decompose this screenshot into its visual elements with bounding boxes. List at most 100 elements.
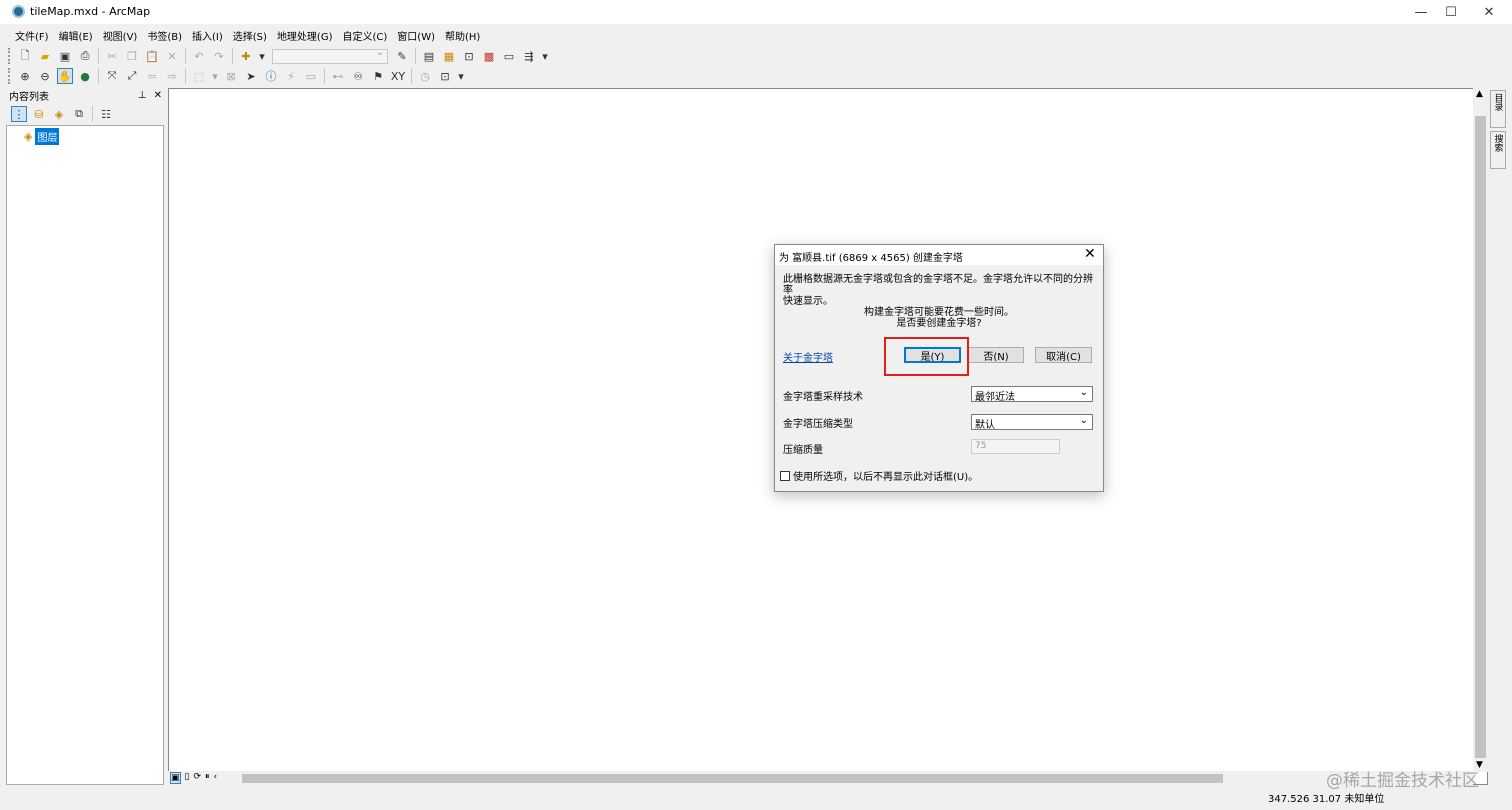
go-to-xy-icon[interactable]: XY <box>390 68 406 84</box>
search-window-icon[interactable]: ⊡ <box>461 48 477 64</box>
compression-quality-input[interactable]: 75 <box>971 439 1060 454</box>
toolbar-options-icon[interactable]: ▾ <box>457 68 465 84</box>
open-folder-icon[interactable]: ▰ <box>37 48 53 64</box>
catalog-window-icon[interactable]: ▦ <box>441 48 457 64</box>
menu-view[interactable]: 视图(V) <box>98 26 143 44</box>
cut-icon[interactable]: ✂ <box>104 48 120 64</box>
menu-bookmarks[interactable]: 书签(B) <box>142 26 187 44</box>
close-window-button[interactable]: ✕ <box>1466 0 1512 24</box>
select-dropdown-icon[interactable]: ▾ <box>211 68 219 84</box>
toolbar-separator <box>232 48 233 64</box>
pan-hand-icon[interactable]: ✋ <box>57 68 73 84</box>
find-binoculars-icon[interactable]: ♾ <box>350 68 366 84</box>
create-viewer-window-icon[interactable]: ⊡ <box>437 68 453 84</box>
view-switch-buttons: ▣ ▯ ⟳ ⏸ ‹ <box>170 772 217 784</box>
menu-windows[interactable]: 窗口(W) <box>392 26 440 44</box>
new-document-icon[interactable]: 🗋 <box>17 48 33 64</box>
hyperlink-icon[interactable]: ⚡ <box>283 68 299 84</box>
modelbuilder-icon[interactable]: ⇶ <box>521 48 537 64</box>
menu-help[interactable]: 帮助(H) <box>440 26 485 44</box>
list-by-source-icon[interactable]: ⛁ <box>31 106 47 122</box>
full-extent-globe-icon[interactable]: ● <box>77 68 93 84</box>
list-by-drawing-order-icon[interactable]: ⋮ <box>11 106 27 122</box>
arcmap-app-icon <box>12 5 25 18</box>
add-data-icon[interactable]: ✚ <box>238 48 254 64</box>
zoom-out-icon[interactable]: ⊖ <box>37 68 53 84</box>
refresh-icon[interactable]: ⟳ <box>193 772 201 784</box>
layers-data-frame-node[interactable]: ◈ 图层 <box>24 128 60 145</box>
question-line: 构建金字塔可能要花费一些时间。 <box>864 307 1014 318</box>
menu-file[interactable]: 文件(F) <box>10 26 54 44</box>
toc-close-icon[interactable]: ✕ <box>154 90 162 101</box>
search-dock-tab[interactable]: 搜索 <box>1490 131 1506 169</box>
table-of-contents-window-icon[interactable]: ▤ <box>421 48 437 64</box>
data-view-icon[interactable]: ▣ <box>170 772 181 784</box>
clear-selection-icon[interactable]: ⊠ <box>223 68 239 84</box>
html-popup-icon[interactable]: ▭ <box>303 68 319 84</box>
resample-technique-select[interactable]: 最邻近法 ⌄ <box>971 386 1093 403</box>
remember-options-label[interactable]: 使用所选项，以后不再显示此对话框(U)。 <box>793 468 978 483</box>
cancel-button[interactable]: 取消(C) <box>1035 347 1092 363</box>
undo-icon[interactable]: ↶ <box>191 48 207 64</box>
dialog-titlebar: 为 富顺县.tif (6869 x 4565) 创建金字塔 ✕ <box>775 245 1103 265</box>
status-coordinates: 347.526 31.07 未知单位 <box>1268 794 1385 805</box>
scroll-up-arrow-icon[interactable]: ▲ <box>1476 89 1483 99</box>
horizontal-scroll-thumb[interactable] <box>242 774 1223 783</box>
delete-icon[interactable]: ✕ <box>164 48 180 64</box>
menu-customize[interactable]: 自定义(C) <box>338 26 393 44</box>
save-icon[interactable]: ▣ <box>57 48 73 64</box>
go-forward-extent-icon[interactable]: ⇨ <box>164 68 180 84</box>
dialog-title: 为 富顺县.tif (6869 x 4565) 创建金字塔 <box>779 253 963 264</box>
toolbar-grip[interactable] <box>8 48 11 64</box>
toolbar-separator <box>98 68 99 84</box>
menu-insert[interactable]: 插入(I) <box>187 26 228 44</box>
layout-view-icon[interactable]: ▯ <box>185 772 190 784</box>
zoom-in-icon[interactable]: ⊕ <box>17 68 33 84</box>
compression-label: 金字塔压缩类型 <box>783 419 853 430</box>
list-by-selection-icon[interactable]: ⧉ <box>71 106 87 122</box>
toc-title: 内容列表 <box>9 91 49 103</box>
window-title: tileMap.mxd - ArcMap <box>30 5 151 18</box>
copy-icon[interactable]: ❐ <box>124 48 140 64</box>
toolbar-separator <box>185 48 186 64</box>
vertical-scroll-thumb[interactable] <box>1475 116 1486 758</box>
go-back-extent-icon[interactable]: ⇦ <box>144 68 160 84</box>
fixed-zoom-in-icon[interactable]: ⤧ <box>104 68 120 84</box>
find-route-icon[interactable]: ⚑ <box>370 68 386 84</box>
toc-header: 内容列表 ⊥ ✕ <box>6 88 165 103</box>
select-features-icon[interactable]: ⬚ <box>191 68 207 84</box>
menu-selection[interactable]: 选择(S) <box>228 26 272 44</box>
paste-icon[interactable]: 📋 <box>144 48 160 64</box>
no-button[interactable]: 否(N) <box>968 347 1024 363</box>
remember-options-checkbox[interactable] <box>780 470 790 481</box>
python-window-icon[interactable]: ▭ <box>501 48 517 64</box>
layers-label[interactable]: 图层 <box>35 128 60 145</box>
pin-icon[interactable]: ⊥ <box>138 90 147 101</box>
editor-toolbar-icon[interactable]: ✎ <box>394 48 410 64</box>
scroll-left-arrow-icon[interactable]: ‹ <box>214 772 218 784</box>
dialog-close-icon[interactable]: ✕ <box>1084 246 1096 262</box>
fixed-zoom-out-icon[interactable]: ⤢ <box>124 68 140 84</box>
time-slider-icon[interactable]: ◷ <box>417 68 433 84</box>
compression-type-select[interactable]: 默认 ⌄ <box>971 414 1093 431</box>
identify-icon[interactable]: ⓘ <box>263 68 279 84</box>
dialog-question: 构建金字塔可能要花费一些时间。 是否要创建金字塔? <box>775 307 1103 329</box>
message-line: 此栅格数据源无金字塔或包含的金字塔不足。金字塔允许以不同的分辨率 <box>783 274 1093 296</box>
menu-geoprocessing[interactable]: 地理处理(G) <box>272 26 338 44</box>
list-by-visibility-icon[interactable]: ◈ <box>51 106 67 122</box>
toolbar-options-icon[interactable]: ▾ <box>541 48 549 64</box>
map-scale-combo[interactable] <box>272 47 388 64</box>
redo-icon[interactable]: ↷ <box>211 48 227 64</box>
print-icon[interactable]: ⎙ <box>77 48 93 64</box>
arctoolbox-icon[interactable]: ▩ <box>481 48 497 64</box>
select-elements-arrow-icon[interactable]: ➤ <box>243 68 259 84</box>
toolbar-separator <box>98 48 99 64</box>
menu-edit[interactable]: 编辑(E) <box>54 26 98 44</box>
about-pyramids-link[interactable]: 关于金字塔 <box>783 349 833 364</box>
catalog-dock-tab[interactable]: 目录 <box>1490 90 1506 128</box>
toc-options-icon[interactable]: ☷ <box>98 106 114 122</box>
pause-drawing-icon[interactable]: ⏸ <box>205 772 210 784</box>
add-data-dropdown-icon[interactable]: ▾ <box>258 48 266 64</box>
toolbar-grip[interactable] <box>8 68 11 84</box>
measure-icon[interactable]: ⊷ <box>330 68 346 84</box>
